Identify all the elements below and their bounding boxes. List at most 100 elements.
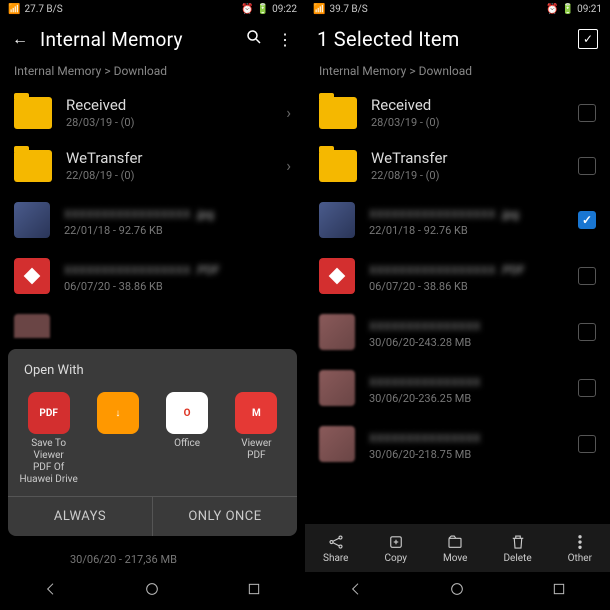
folder-icon — [319, 150, 357, 182]
checkbox[interactable] — [578, 104, 596, 122]
item-name: xxxxxxxxxxxxxxx — [369, 372, 564, 390]
breadcrumb[interactable]: Internal Memory > Download — [305, 60, 610, 86]
app-option[interactable]: M ViewerPDF — [226, 392, 287, 486]
item-name: xxxxxxxxxxxxxxx — [369, 316, 564, 334]
pdf-icon — [14, 258, 50, 294]
item-meta: 30/06/20-218.75 MB — [369, 448, 564, 461]
app-label: ViewerPDF — [241, 438, 271, 462]
breadcrumb[interactable]: Internal Memory > Download — [0, 60, 305, 86]
app-icon: PDF — [28, 392, 70, 434]
nav-bar — [305, 572, 610, 610]
thumbnail — [319, 426, 355, 462]
item-meta: 22/01/18 - 92.76 KB — [369, 224, 564, 237]
list-item[interactable]: xxxxxxxxxxxxxxxxx.PDF 06/07/20 - 38.86 KB — [0, 248, 305, 304]
list-item[interactable]: Received 28/03/19 - (0) › — [0, 86, 305, 139]
list-item[interactable]: Received 28/03/19 - (0) — [305, 86, 610, 139]
checkbox[interactable] — [578, 323, 596, 341]
list-item[interactable] — [0, 304, 305, 348]
nav-back-icon[interactable] — [348, 581, 364, 601]
nav-home-icon[interactable] — [449, 581, 465, 601]
item-meta: 22/08/19 - (0) — [371, 169, 564, 182]
item-name: xxxxxxxxxxxxxxx — [369, 428, 564, 446]
right-pane: 📶39.7 B/S ⏰🔋09:21 1 Selected Item Intern… — [305, 0, 610, 610]
item-meta: 30/06/20-236.25 MB — [369, 392, 564, 405]
checkbox[interactable] — [578, 157, 596, 175]
list-item[interactable]: xxxxxxxxxxxxxxxxx.jpg 22/01/18 - 92.76 KB — [305, 192, 610, 248]
header: ← Internal Memory ⋮ — [0, 18, 305, 60]
list-item[interactable]: WeTransfer 22/08/19 - (0) — [305, 139, 610, 192]
item-name: Received — [66, 96, 272, 114]
thumbnail — [14, 314, 50, 338]
chevron-right-icon: › — [286, 103, 291, 122]
item-name: xxxxxxxxxxxxxxxxx.jpg — [64, 204, 291, 222]
header: 1 Selected Item — [305, 18, 610, 60]
folder-icon — [319, 97, 357, 129]
app-option[interactable]: PDF Save To ViewerPDF Of Huawei Drive — [18, 392, 79, 486]
item-meta: 06/07/20 - 38.86 KB — [64, 280, 291, 293]
image-thumbnail — [14, 202, 50, 238]
item-name: WeTransfer — [66, 149, 272, 167]
list-item[interactable]: xxxxxxxxxxxxxxxxx.jpg 22/01/18 - 92.76 KB — [0, 192, 305, 248]
status-bar: 📶39.7 B/S ⏰🔋09:21 — [305, 0, 610, 18]
left-pane: 📶27.7 B/S ⏰🔋09:22 ← Internal Memory ⋮ In… — [0, 0, 305, 610]
list-item[interactable]: WeTransfer 22/08/19 - (0) › — [0, 139, 305, 192]
app-option[interactable]: O Office — [157, 392, 218, 486]
chevron-right-icon: › — [286, 156, 291, 175]
action-bar: Share Copy Move Delete Other — [305, 524, 610, 572]
search-icon[interactable] — [245, 28, 263, 50]
app-icon: O — [166, 392, 208, 434]
status-bar: 📶27.7 B/S ⏰🔋09:22 — [0, 0, 305, 18]
app-label: Save To ViewerPDF Of Huawei Drive — [18, 438, 79, 486]
app-option[interactable]: ↓ — [87, 392, 148, 486]
thumbnail — [319, 314, 355, 350]
list-item[interactable]: xxxxxxxxxxxxxxxxx.PDF 06/07/20 - 38.86 KB — [305, 248, 610, 304]
sheet-title: Open With — [18, 363, 287, 378]
item-name: WeTransfer — [371, 149, 564, 167]
more-icon[interactable]: ⋮ — [277, 30, 293, 49]
list-item[interactable]: xxxxxxxxxxxxxxx 30/06/20-218.75 MB — [305, 416, 610, 472]
delete-button[interactable]: Delete — [503, 533, 531, 564]
nav-recent-icon[interactable] — [246, 581, 262, 601]
app-icon: ↓ — [97, 392, 139, 434]
nav-home-icon[interactable] — [144, 581, 160, 601]
sheet-apps: PDF Save To ViewerPDF Of Huawei Drive ↓ … — [18, 392, 287, 486]
item-name: Received — [371, 96, 564, 114]
page-title: 1 Selected Item — [317, 27, 566, 51]
item-meta: 30/06/20 - 217,36 MB — [70, 553, 177, 566]
app-label: Office — [174, 438, 200, 450]
checkbox[interactable] — [578, 267, 596, 285]
select-all-button[interactable] — [578, 29, 598, 49]
folder-icon — [14, 97, 52, 129]
copy-button[interactable]: Copy — [384, 533, 407, 564]
app-icon: M — [235, 392, 277, 434]
nav-recent-icon[interactable] — [551, 581, 567, 601]
item-name: xxxxxxxxxxxxxxxxx.PDF — [64, 260, 291, 278]
item-name: xxxxxxxxxxxxxxxxx.jpg — [369, 204, 564, 222]
item-meta: 22/08/19 - (0) — [66, 169, 272, 182]
list-item[interactable]: xxxxxxxxxxxxxxx 30/06/20-243.28 MB — [305, 304, 610, 360]
item-meta: 28/03/19 - (0) — [66, 116, 272, 129]
item-name: xxxxxxxxxxxxxxxxx.PDF — [369, 260, 564, 278]
checkbox[interactable] — [578, 211, 596, 229]
item-meta: 06/07/20 - 38.86 KB — [369, 280, 564, 293]
move-button[interactable]: Move — [443, 533, 467, 564]
nav-back-icon[interactable] — [43, 581, 59, 601]
back-icon[interactable]: ← — [12, 29, 28, 49]
share-button[interactable]: Share — [323, 533, 348, 564]
page-title: Internal Memory — [40, 28, 233, 51]
image-thumbnail — [319, 202, 355, 238]
thumbnail — [319, 370, 355, 406]
open-with-sheet: Open With PDF Save To ViewerPDF Of Huawe… — [8, 349, 297, 536]
item-meta: 22/01/18 - 92.76 KB — [64, 224, 291, 237]
item-meta: 28/03/19 - (0) — [371, 116, 564, 129]
nav-bar — [0, 572, 305, 610]
item-meta: 30/06/20-243.28 MB — [369, 336, 564, 349]
checkbox[interactable] — [578, 379, 596, 397]
checkbox[interactable] — [578, 435, 596, 453]
folder-icon — [14, 150, 52, 182]
list-item[interactable]: xxxxxxxxxxxxxxx 30/06/20-236.25 MB — [305, 360, 610, 416]
only-once-button[interactable]: ONLY ONCE — [153, 497, 297, 536]
other-button[interactable]: Other — [568, 533, 592, 564]
pdf-icon — [319, 258, 355, 294]
always-button[interactable]: ALWAYS — [8, 497, 153, 536]
